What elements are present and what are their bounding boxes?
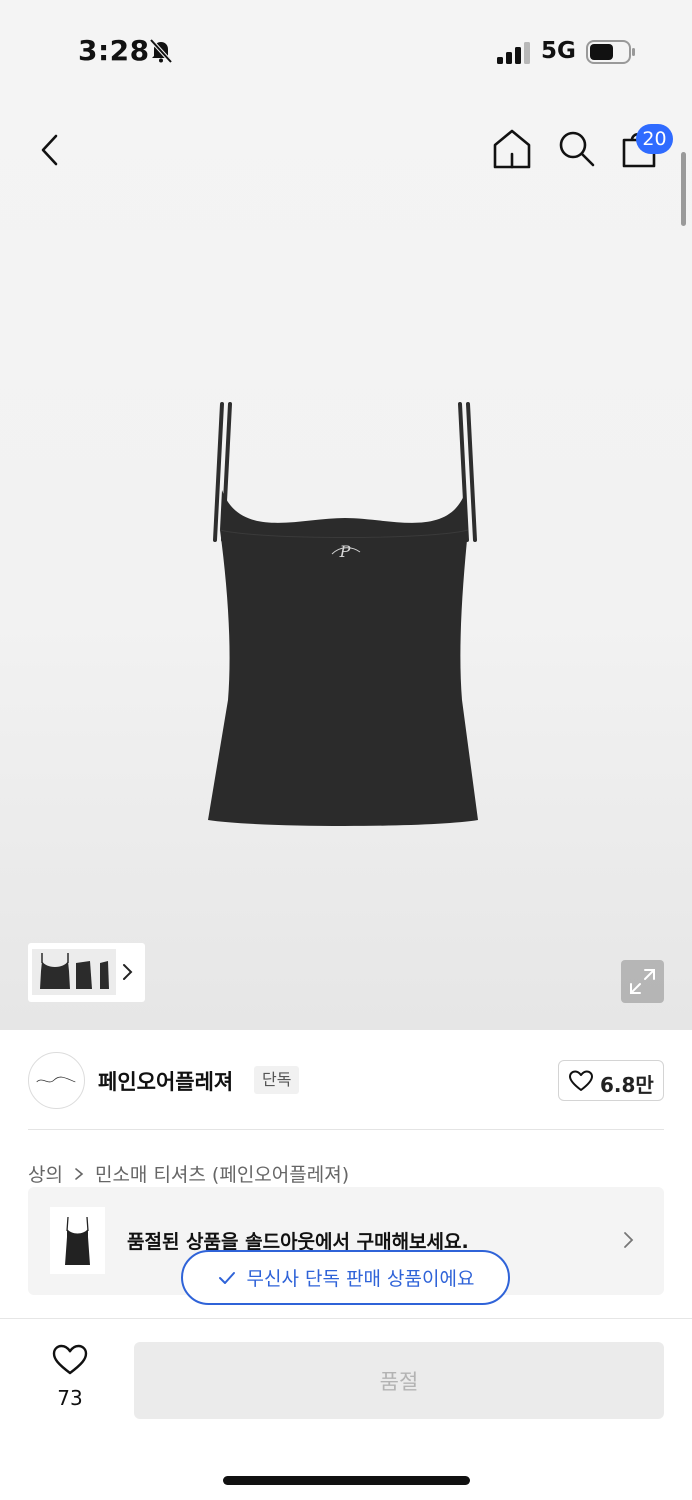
- chevron-right-icon: [624, 1232, 634, 1248]
- sold-out-button[interactable]: 품절: [134, 1342, 664, 1419]
- status-bar: 3:28 5G: [0, 0, 692, 100]
- bottom-bar-divider: [0, 1318, 692, 1319]
- wishlist-button[interactable]: 73: [40, 1340, 100, 1414]
- chevron-right-icon[interactable]: [121, 961, 135, 983]
- cellular-signal-icon: [497, 42, 530, 64]
- brand-row: 페인오어플레져 단독 6.8만: [0, 1030, 692, 1130]
- check-icon: [218, 1271, 235, 1284]
- back-chevron-icon[interactable]: [32, 128, 72, 172]
- brand-like-button[interactable]: 6.8만: [558, 1060, 664, 1101]
- svg-text:P: P: [339, 542, 351, 561]
- expand-image-button[interactable]: [621, 960, 664, 1003]
- image-thumbnail-strip[interactable]: [28, 943, 145, 1002]
- breadcrumb-chevron-icon: [75, 1167, 84, 1180]
- home-icon[interactable]: [490, 126, 534, 172]
- brand-name[interactable]: 페인오어플레져: [98, 1066, 233, 1096]
- thumbnail-back[interactable]: [94, 949, 116, 995]
- heart-outline-icon: [569, 1070, 593, 1091]
- heart-outline-icon: [52, 1344, 88, 1375]
- expand-icon: [630, 969, 655, 994]
- network-type: 5G: [541, 38, 576, 64]
- exclusive-tag: 단독: [254, 1066, 300, 1094]
- silent-bell-icon: [149, 38, 173, 64]
- clock: 3:28: [78, 34, 150, 67]
- brand-like-count: 6.8만: [600, 1073, 654, 1097]
- product-image[interactable]: P: [200, 400, 490, 830]
- exclusive-sale-badge[interactable]: 무신사 단독 판매 상품이에요: [181, 1250, 510, 1305]
- breadcrumb-category[interactable]: 상의: [28, 1160, 63, 1187]
- home-indicator[interactable]: [223, 1476, 470, 1485]
- soldout-product-thumbnail: [50, 1207, 105, 1274]
- search-icon[interactable]: [554, 126, 598, 170]
- wishlist-count: 73: [57, 1386, 83, 1410]
- brand-logo[interactable]: [28, 1052, 85, 1109]
- exclusive-sale-text: 무신사 단독 판매 상품이에요: [246, 1268, 475, 1290]
- breadcrumb-subcategory[interactable]: 민소매 티셔츠 (페인오어플레져): [95, 1160, 349, 1187]
- divider: [28, 1129, 664, 1130]
- cart-count-badge[interactable]: 20: [636, 124, 673, 154]
- sold-out-button-label: 품절: [379, 1370, 419, 1394]
- brand-logo-mark: [36, 1076, 76, 1083]
- breadcrumb: 상의 민소매 티셔츠 (페인오어플레져): [28, 1160, 349, 1187]
- scroll-indicator: [681, 152, 686, 226]
- battery-icon: [586, 40, 635, 64]
